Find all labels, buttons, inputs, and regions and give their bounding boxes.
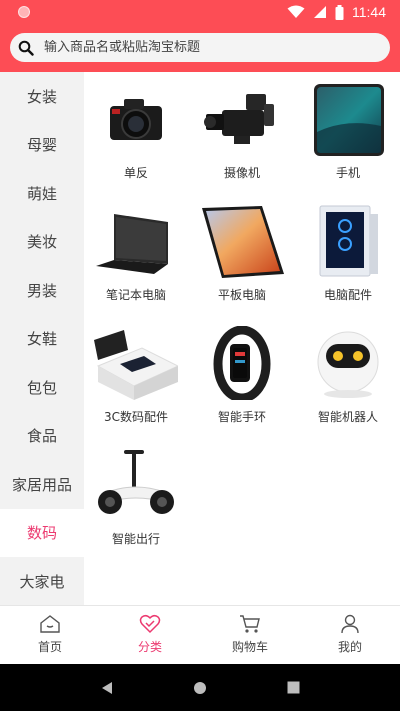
product-dslr[interactable]: 单反 — [84, 72, 188, 194]
product-smart-robot[interactable]: 智能机器人 — [296, 316, 400, 438]
back-icon[interactable] — [100, 681, 114, 695]
nav-cart[interactable]: 购物车 — [200, 606, 300, 664]
category-heart-icon — [139, 614, 161, 634]
signal-icon — [314, 6, 326, 18]
status-bar: 11:44 — [0, 0, 400, 24]
sidebar-item-mother-baby[interactable]: 母婴 — [0, 121, 84, 170]
recents-icon[interactable] — [287, 681, 300, 694]
search-input[interactable] — [44, 40, 364, 55]
nav-profile[interactable]: 我的 — [300, 606, 400, 664]
sidebar-item-food[interactable]: 食品 — [0, 412, 84, 461]
product-pc-parts[interactable]: 电脑配件 — [296, 194, 400, 316]
smart-band-icon — [213, 326, 271, 400]
product-label: 电脑配件 — [323, 288, 372, 302]
nav-label: 购物车 — [231, 640, 268, 654]
product-label: 摄像机 — [223, 166, 260, 180]
smartphone-icon — [314, 84, 384, 156]
nav-label: 分类 — [137, 640, 162, 654]
nav-category[interactable]: 分类 — [100, 606, 200, 664]
pc-case-icon — [319, 205, 378, 277]
product-3c-accessories[interactable]: 3C数码配件 — [84, 316, 188, 438]
sidebar-item-women-clothing[interactable]: 女装 — [0, 72, 84, 121]
video-camera-icon — [204, 94, 274, 144]
sidebar-item-appliances[interactable]: 大家电 — [0, 557, 84, 605]
nav-label: 首页 — [37, 640, 62, 654]
sidebar-item-digital[interactable]: 数码 — [0, 508, 84, 557]
sidebar-item-women-shoes[interactable]: 女鞋 — [0, 315, 84, 364]
product-label: 单反 — [123, 166, 148, 180]
product-smart-mobility[interactable]: 智能出行 — [84, 438, 188, 560]
accessory-box-icon — [94, 330, 178, 400]
product-label: 智能出行 — [111, 532, 160, 546]
product-label: 3C数码配件 — [103, 410, 168, 424]
tablet-icon — [202, 206, 284, 278]
system-navigation-bar — [0, 664, 400, 711]
wifi-icon — [287, 5, 305, 18]
product-label: 笔记本电脑 — [105, 288, 166, 302]
product-label: 智能机器人 — [317, 410, 378, 424]
laptop-icon — [96, 214, 168, 274]
bottom-navigation: 首页 分类 购物车 我的 — [0, 605, 400, 664]
search-bar[interactable] — [10, 33, 390, 62]
sidebar-item-home[interactable]: 家居用品 — [0, 460, 84, 509]
robot-icon — [317, 331, 379, 398]
balance-scooter-icon — [98, 450, 174, 514]
header: 11:44 — [0, 0, 400, 72]
product-grid: 单反 摄像机 手机 笔记本电脑 平板电脑 电脑配件 3C数码配件 智能手环 智能… — [84, 72, 400, 605]
nav-home[interactable]: 首页 — [0, 606, 100, 664]
search-icon — [18, 40, 34, 56]
sidebar-item-kids[interactable]: 萌娃 — [0, 169, 84, 218]
home-circle-icon[interactable] — [193, 681, 207, 695]
app-screen: 11:44 女装 母婴 萌娃 美妆 男装 女鞋 包包 食品 家居用品 数码 大家… — [0, 0, 400, 711]
product-label: 手机 — [335, 166, 360, 180]
product-label: 平板电脑 — [217, 288, 266, 302]
home-icon — [40, 615, 60, 633]
cart-icon — [240, 615, 260, 633]
battery-icon — [335, 4, 344, 20]
notification-dot-icon — [18, 6, 30, 18]
product-tablet[interactable]: 平板电脑 — [190, 194, 294, 316]
sidebar-item-beauty[interactable]: 美妆 — [0, 218, 84, 267]
status-time: 11:44 — [352, 4, 386, 20]
sidebar-item-bags[interactable]: 包包 — [0, 363, 84, 412]
product-label: 智能手环 — [217, 410, 266, 424]
product-laptop[interactable]: 笔记本电脑 — [84, 194, 188, 316]
product-smart-band[interactable]: 智能手环 — [190, 316, 294, 438]
user-icon — [341, 614, 359, 634]
sidebar-item-men-clothing[interactable]: 男装 — [0, 266, 84, 315]
category-sidebar: 女装 母婴 萌娃 美妆 男装 女鞋 包包 食品 家居用品 数码 大家电 — [0, 72, 84, 605]
dslr-camera-icon — [110, 99, 162, 140]
nav-label: 我的 — [337, 640, 362, 654]
product-phone[interactable]: 手机 — [296, 72, 400, 194]
product-video-camera[interactable]: 摄像机 — [190, 72, 294, 194]
